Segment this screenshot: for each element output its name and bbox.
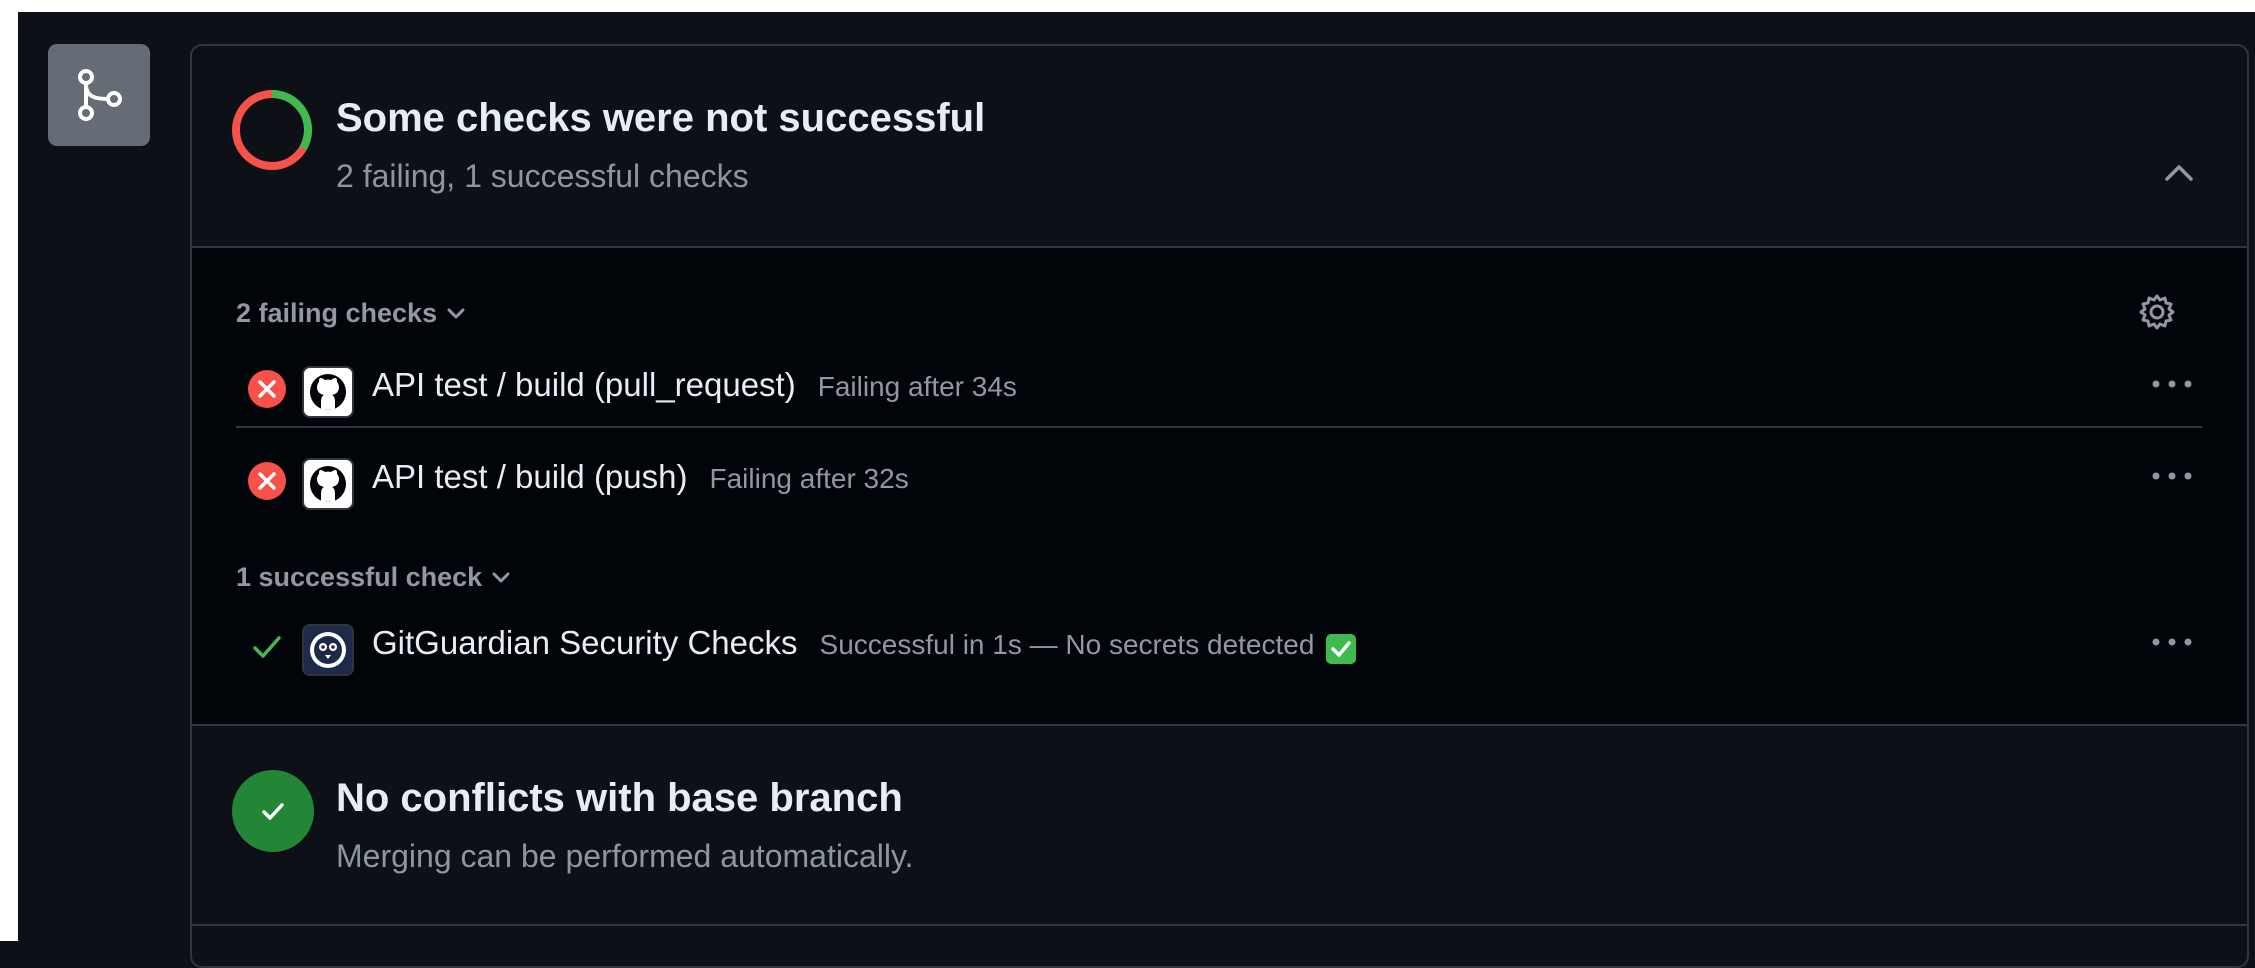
x-circle-icon: [248, 370, 286, 408]
check-detail: Failing after 34s: [817, 371, 1017, 402]
chevron-down-icon: [492, 572, 510, 582]
check-row-gitguardian[interactable]: GitGuardian Security Checks Successful i…: [236, 604, 2202, 684]
check-name[interactable]: API test / build (pull_request): [372, 366, 796, 404]
failing-checks-toggle[interactable]: 2 failing checks: [236, 298, 465, 329]
chevron-up-icon[interactable]: [2159, 152, 2199, 192]
checks-status-ring-icon: [232, 90, 312, 170]
checks-summary-header[interactable]: Some checks were not successful 2 failin…: [192, 46, 2247, 248]
github-icon: [302, 458, 354, 510]
successful-checks-label: 1 successful check: [236, 562, 483, 592]
check-name[interactable]: GitGuardian Security Checks: [372, 624, 798, 662]
check-circle-icon: [232, 770, 314, 852]
check-mark-button-icon: [1326, 634, 1357, 664]
x-circle-icon: [248, 462, 286, 500]
conflicts-subtitle: Merging can be performed automatically.: [336, 838, 914, 874]
check-icon: [253, 636, 281, 658]
kebab-horizontal-icon[interactable]: [2142, 362, 2202, 406]
window-frame-top: [0, 0, 2255, 12]
check-detail: Successful in 1s — No secrets detected: [819, 629, 1315, 660]
github-icon: [302, 366, 354, 418]
check-row-api-pull-request[interactable]: API test / build (pull_request) Failing …: [236, 346, 2202, 428]
failing-checks-label: 2 failing checks: [236, 298, 438, 328]
check-row-api-push[interactable]: API test / build (push) Failing after 32…: [236, 438, 2202, 518]
window-frame-left: [0, 0, 18, 941]
checks-list: 2 failing checks API test / build (pull_…: [192, 248, 2247, 726]
checks-summary-title: Some checks were not successful: [336, 96, 986, 140]
conflicts-section: No conflicts with base branch Merging ca…: [192, 726, 2247, 926]
check-name[interactable]: API test / build (push): [372, 458, 687, 496]
check-detail: Failing after 32s: [709, 463, 909, 494]
kebab-horizontal-icon[interactable]: [2142, 454, 2202, 498]
checks-summary-subtitle: 2 failing, 1 successful checks: [336, 158, 749, 194]
gear-icon[interactable]: [2135, 290, 2179, 334]
chevron-down-icon: [447, 308, 465, 318]
gitguardian-icon: [302, 624, 354, 676]
kebab-horizontal-icon[interactable]: [2142, 620, 2202, 664]
merge-status-panel: Some checks were not successful 2 failin…: [190, 44, 2249, 968]
conflicts-title: No conflicts with base branch: [336, 776, 903, 820]
successful-checks-toggle[interactable]: 1 successful check: [236, 562, 510, 593]
git-merge-icon: [48, 44, 150, 146]
